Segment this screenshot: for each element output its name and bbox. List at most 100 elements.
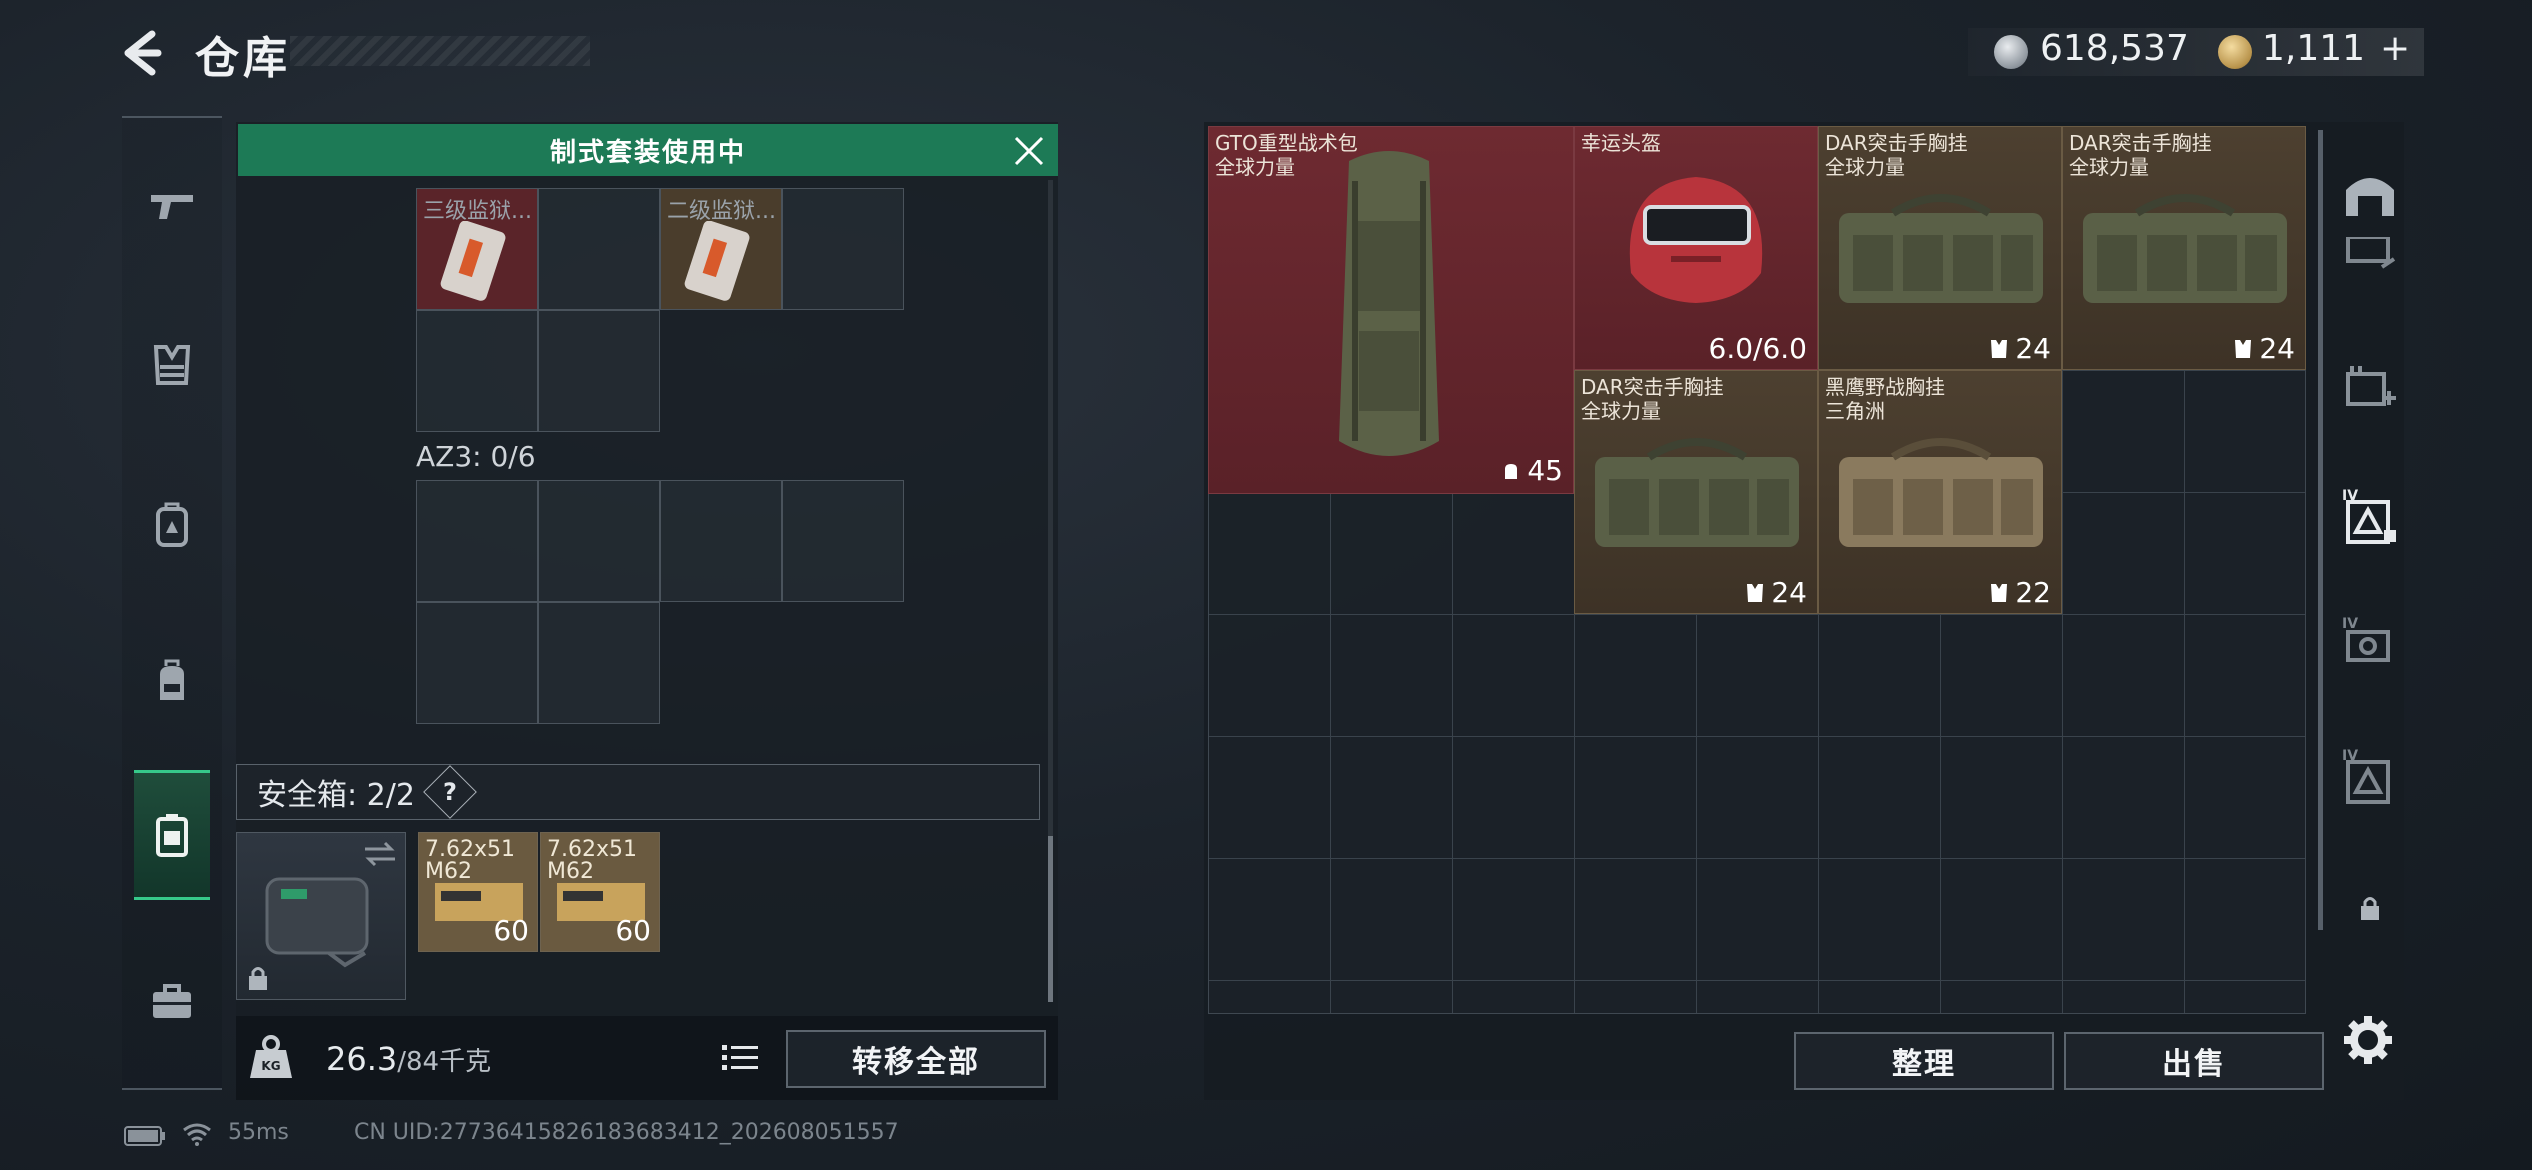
stash-item[interactable]: 幸运头盔 6.0/6.0: [1574, 126, 1818, 370]
az3-slot[interactable]: [538, 480, 660, 602]
stash-tab-tier4-bag[interactable]: IV: [2330, 736, 2410, 816]
safe-box-icon: [156, 814, 188, 857]
item-name: DAR突击手胸挂: [2069, 131, 2212, 155]
weight-current: 26.3: [326, 1040, 398, 1078]
stash-item[interactable]: DAR突击手胸挂 全球力量 24: [1818, 126, 2062, 370]
az3-slot[interactable]: [782, 480, 904, 602]
uid-readout: CN UID:27736415826183683412_202608051557: [354, 1120, 899, 1145]
az3-slot[interactable]: [538, 602, 660, 724]
vest-stat-icon: [1991, 583, 2008, 602]
help-icon: ?: [442, 777, 457, 806]
weight-max: /84千克: [397, 1047, 492, 1077]
svg-text:IV: IV: [2342, 616, 2358, 632]
ammo-item[interactable]: 7.62x51 M62 60: [418, 832, 538, 952]
loadout-scrollbar-thumb[interactable]: [1048, 836, 1053, 1002]
warehouse-icon: [2346, 178, 2394, 216]
gear-slot-empty[interactable]: [416, 310, 538, 432]
gear-box-icon: [2346, 237, 2396, 269]
svg-text:KG: KG: [261, 1059, 280, 1073]
ping-readout: 55ms: [228, 1120, 289, 1145]
ammo-count: 60: [493, 914, 529, 947]
backpack-stat-icon: [1505, 463, 1518, 479]
gold-amount: 1,111: [2262, 28, 2366, 69]
item-subtitle: 三角洲: [1825, 399, 1885, 423]
vest-stat-icon: [1991, 339, 2008, 358]
sort-button[interactable]: 整理: [1794, 1032, 2054, 1090]
item-name: DAR突击手胸挂: [1581, 375, 1724, 399]
stash-item[interactable]: DAR突击手胸挂 全球力量 24: [2062, 126, 2306, 370]
stash-tab-main[interactable]: [2330, 154, 2410, 234]
sidebar-item-case[interactable]: [122, 936, 222, 1066]
wifi-icon: [183, 1123, 211, 1146]
vest-stat-icon: [1747, 583, 1764, 602]
weight-icon: KG: [244, 1030, 298, 1084]
stash-tab-tier4-armor[interactable]: IV: [2330, 476, 2410, 556]
swap-icon[interactable]: [363, 841, 397, 867]
sidebar-item-armor[interactable]: [122, 460, 222, 590]
stash-tab-tier4-gear[interactable]: IV: [2330, 604, 2410, 684]
help-button[interactable]: ?: [423, 765, 477, 819]
banner-close-button[interactable]: [1008, 130, 1050, 172]
ammo-name: 7.62x51: [547, 837, 637, 862]
item-subtitle: 全球力量: [1581, 399, 1661, 423]
backpack-armor-icon: [156, 502, 188, 547]
safe-case-icon: [265, 877, 369, 968]
chest-rig-icon: [2083, 194, 2287, 303]
silver-amount: 618,537: [2040, 28, 2189, 69]
gear-slot-item[interactable]: 三级监狱...: [416, 188, 538, 310]
sidebar-item-backpack[interactable]: [122, 616, 222, 746]
item-name: 黑鹰野战胸挂: [1825, 375, 1945, 399]
chest-rig-icon: [1839, 438, 2043, 547]
tier4-gear-icon: IV: [2342, 616, 2390, 662]
page-title: 仓库: [195, 33, 291, 84]
close-icon: [1014, 136, 1044, 166]
gear-slot-empty[interactable]: [782, 188, 904, 310]
stash-tab-partial[interactable]: [2330, 232, 2410, 282]
medkit-icon: [2346, 366, 2396, 406]
sidebar-item-vest[interactable]: [122, 300, 222, 430]
transfer-all-button[interactable]: 转移全部: [786, 1030, 1046, 1088]
keycard-icon: [684, 221, 750, 301]
item-durability: 6.0/6.0: [1708, 332, 1808, 365]
sidebar-item-weapons[interactable]: [122, 140, 222, 270]
backpack-icon: [160, 659, 184, 700]
add-currency-button[interactable]: +: [2380, 28, 2410, 69]
az3-slot[interactable]: [660, 480, 782, 602]
lock-icon: [2361, 897, 2379, 920]
gear-slot-empty[interactable]: [538, 188, 660, 310]
stash-item[interactable]: 黑鹰野战胸挂 三角洲 22: [1818, 370, 2062, 614]
stash-item[interactable]: GTO重型战术包 全球力量 45: [1208, 126, 1574, 494]
list-view-button[interactable]: [716, 1030, 764, 1086]
battery-icon: [124, 1126, 165, 1146]
safe-box-header: 安全箱: 2/2 ?: [236, 764, 1040, 820]
az3-slot[interactable]: [416, 602, 538, 724]
back-button[interactable]: [118, 28, 178, 78]
az3-slot[interactable]: [416, 480, 538, 602]
stash-tab-medical[interactable]: [2330, 348, 2410, 428]
sidebar-item-safe-box[interactable]: [134, 770, 210, 900]
gear-icon: [2344, 1016, 2392, 1064]
chest-rig-icon: [1839, 194, 2043, 303]
gear-slot-item[interactable]: 二级监狱...: [660, 188, 782, 310]
stash-scrollbar-thumb[interactable]: [2318, 130, 2323, 930]
ammo-name: 7.62x51: [425, 837, 515, 862]
chest-rig-icon: [1595, 438, 1799, 547]
back-arrow-icon: [124, 30, 162, 76]
item-stat: 45: [1527, 454, 1563, 487]
ammo-count: 60: [615, 914, 651, 947]
ammo-item[interactable]: 7.62x51 M62 60: [540, 832, 660, 952]
weight-readout: 26.3/84千克: [326, 1040, 491, 1078]
vest-stat-icon: [2235, 339, 2252, 358]
sell-button[interactable]: 出售: [2064, 1032, 2324, 1090]
settings-button[interactable]: [2340, 1012, 2396, 1068]
lock-icon: [249, 967, 267, 990]
stash-tab-locked[interactable]: [2330, 868, 2410, 948]
item-stat: 24: [2015, 332, 2051, 365]
safe-box-label: 安全箱: 2/2: [257, 778, 415, 813]
stash-item[interactable]: DAR突击手胸挂 全球力量 24: [1574, 370, 1818, 614]
rifle-icon: [151, 195, 193, 219]
tier4-backpack-icon: IV: [2342, 488, 2396, 544]
safe-box-item[interactable]: [236, 832, 406, 1000]
tier4-bag-icon: IV: [2342, 748, 2390, 804]
gear-slot-empty[interactable]: [538, 310, 660, 432]
